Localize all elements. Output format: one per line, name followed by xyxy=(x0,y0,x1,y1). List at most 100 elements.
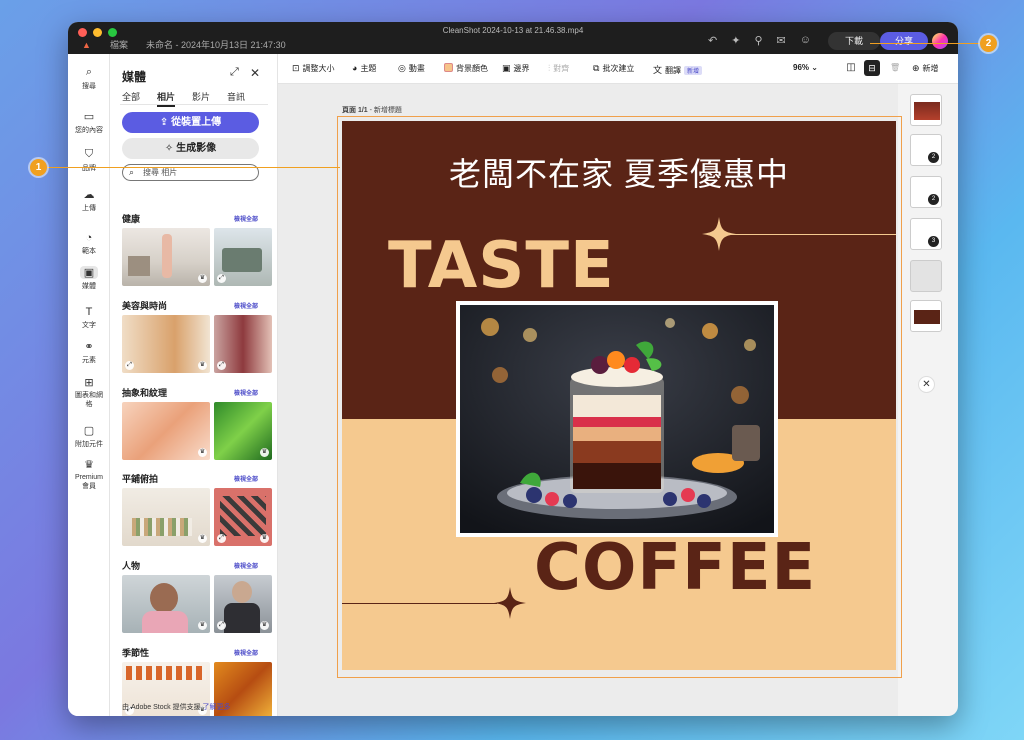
rail-item-content[interactable]: ▭ 您的內容 xyxy=(68,110,110,135)
batch-create-button[interactable]: ⧉ 批次建立 xyxy=(593,63,634,74)
section-title: 季節性 xyxy=(122,648,150,658)
sparkle-icon[interactable] xyxy=(702,217,736,251)
comment-icon[interactable]: ✉ xyxy=(777,34,786,47)
page-count-badge: 3 xyxy=(928,236,939,247)
palette-icon: ◕ xyxy=(352,63,358,73)
poster-headline[interactable]: 老闆不在家 夏季優惠中 xyxy=(342,149,896,195)
callout-line xyxy=(47,167,340,168)
photo-thumbnail[interactable]: ⤢ xyxy=(214,315,272,373)
template-icon: ◔ xyxy=(85,232,93,244)
upload-from-device-button[interactable]: ⇪ 從裝置上傳 xyxy=(122,112,259,133)
magic-icon[interactable]: ✦ xyxy=(731,34,740,47)
page-thumbnail[interactable] xyxy=(910,300,942,332)
photo-thumbnail[interactable]: ♛ xyxy=(122,402,210,460)
zoom-dropdown[interactable]: 96% ⌄ xyxy=(793,63,818,72)
section-title: 健康 xyxy=(122,214,141,224)
user-icon[interactable]: ☺ xyxy=(800,34,811,47)
rail-item-elements[interactable]: ⚭ 元素 xyxy=(68,340,110,365)
photo-thumbnail[interactable]: ♛ xyxy=(122,228,210,286)
poster-word-taste[interactable]: TASTE xyxy=(388,229,615,303)
rail-item-search[interactable]: ⌕ 搜尋 xyxy=(68,66,110,91)
avatar[interactable] xyxy=(932,33,948,49)
decorative-line[interactable] xyxy=(342,603,497,604)
section-title: 人物 xyxy=(122,561,141,571)
see-all-link[interactable]: 檢視全部 xyxy=(234,561,258,570)
app-logo-icon[interactable]: ▲ xyxy=(82,40,91,50)
expand-icon[interactable]: ⤢ xyxy=(230,66,239,79)
premium-crown-icon: ♛ xyxy=(260,534,269,543)
see-all-link[interactable]: 檢視全部 xyxy=(234,301,258,310)
animation-button[interactable]: ◎ 動畫 xyxy=(398,63,425,74)
section-title: 平鋪俯拍 xyxy=(122,474,159,484)
theme-button[interactable]: ◕ 主題 xyxy=(352,63,376,74)
page-thumbnail[interactable]: 2 xyxy=(910,176,942,208)
border-icon: ▣ xyxy=(502,63,511,73)
see-all-link[interactable]: 檢視全部 xyxy=(234,648,258,657)
file-menu[interactable]: 檔案 xyxy=(110,38,128,51)
photo-thumbnail[interactable]: ♛ xyxy=(214,402,272,460)
share-button[interactable]: 分享 xyxy=(880,32,928,50)
align-button[interactable]: ⫶ 對齊 xyxy=(548,63,569,74)
rail-item-templates[interactable]: ◔ 範本 xyxy=(68,232,110,256)
page-thumbnail[interactable]: 3 xyxy=(910,218,942,250)
undo-icon[interactable]: ↶ xyxy=(708,34,717,47)
premium-crown-icon: ♛ xyxy=(260,448,269,457)
page-count-badge: 2 xyxy=(928,194,939,205)
download-button[interactable]: 下載 xyxy=(828,32,880,50)
page-label[interactable]: 頁面 1/1 - 新增標題 xyxy=(342,105,402,115)
chevron-down-icon: ⌄ xyxy=(811,63,818,72)
media-panel: 媒體 ⤢ ✕ 全部 相片 影片 音訊 ⇪ 從裝置上傳 ✧ 生成影像 ⌕ 搜尋 相片… xyxy=(110,54,278,716)
border-button[interactable]: ▣ 邊界 xyxy=(502,63,530,74)
learn-more-link[interactable]: 了解更多 xyxy=(203,704,231,711)
photo-thumbnail[interactable]: ♛ xyxy=(122,488,210,546)
rail-item-text[interactable]: T 文字 xyxy=(68,306,110,330)
background-color-button[interactable]: 背景顏色 xyxy=(444,63,488,74)
generate-image-button[interactable]: ✧ 生成影像 xyxy=(122,138,259,159)
rail-item-grids[interactable]: ⊞ 圖表和網格 xyxy=(68,376,110,409)
expand-icon: ⤢ xyxy=(125,361,134,370)
rail-item-addons[interactable]: ▢ 附加元件 xyxy=(68,424,110,449)
callout-badge: 1 xyxy=(30,159,47,176)
rail-item-premium[interactable]: ♛ Premium 會員 xyxy=(68,458,110,491)
translate-button[interactable]: 文翻譯 新增 xyxy=(653,63,703,76)
photo-thumbnail[interactable]: ⤢ xyxy=(214,228,272,286)
premium-crown-icon: ♛ xyxy=(198,448,207,457)
text-icon: T xyxy=(85,306,93,318)
callout-line xyxy=(870,43,982,44)
photo-thumbnail[interactable]: ⤢ ♛ xyxy=(214,488,272,546)
grid-icon: ⊞ xyxy=(84,377,94,389)
poster-word-coffee[interactable]: COFFEE xyxy=(534,531,816,605)
sparkle-icon: ✧ xyxy=(164,143,177,154)
coffee-photo[interactable] xyxy=(456,301,778,537)
page-thumbnail[interactable] xyxy=(910,94,942,126)
rail-item-upload[interactable]: ☁ 上傳 xyxy=(68,188,110,213)
layers-icon[interactable]: ◫ xyxy=(844,60,858,76)
document-name[interactable]: 未命名 - 2024年10月13日 21:47:30 xyxy=(146,38,286,51)
see-all-link[interactable]: 檢視全部 xyxy=(234,388,258,397)
animation-icon: ◎ xyxy=(398,63,406,73)
titlebar-icons: ↶ ✦ ⚲ ✉ ☺ xyxy=(708,34,811,47)
rail-item-media[interactable]: ▣ 媒體 xyxy=(68,266,110,291)
page-thumbnail[interactable] xyxy=(910,260,942,292)
close-icon[interactable]: ✕ xyxy=(918,376,935,393)
photo-thumbnail[interactable]: ⤢ ♛ xyxy=(214,575,272,633)
decorative-line[interactable] xyxy=(718,234,896,235)
photo-thumbnail[interactable]: ⤢ ♛ xyxy=(122,315,210,373)
page-layout-icon[interactable]: ⊟ xyxy=(864,60,880,76)
rail-item-brand[interactable]: ⛉ 品牌 xyxy=(68,148,110,173)
see-all-link[interactable]: 檢視全部 xyxy=(234,214,258,223)
resize-button[interactable]: ⊡ 調整大小 xyxy=(292,63,335,74)
premium-crown-icon: ♛ xyxy=(198,361,207,370)
add-page-button[interactable]: ⊕ 新增 xyxy=(912,63,939,74)
close-icon[interactable]: ✕ xyxy=(250,66,260,80)
poster-page[interactable]: 老闆不在家 夏季優惠中 TASTE COFFEE xyxy=(342,121,896,670)
premium-crown-icon: ♛ xyxy=(198,621,207,630)
pin-icon[interactable]: ⚲ xyxy=(754,34,762,47)
sparkle-icon[interactable] xyxy=(494,587,526,619)
canvas-area[interactable]: 頁面 1/1 - 新增標題 老闆不在家 夏季優惠中 TASTE COFFEE xyxy=(278,84,902,716)
photo-thumbnail[interactable]: ♛ xyxy=(122,575,210,633)
page-thumbnail[interactable]: 2 xyxy=(910,134,942,166)
trash-icon[interactable]: 🗑 xyxy=(890,63,900,72)
media-icon: ▣ xyxy=(80,266,98,279)
see-all-link[interactable]: 檢視全部 xyxy=(234,474,258,483)
